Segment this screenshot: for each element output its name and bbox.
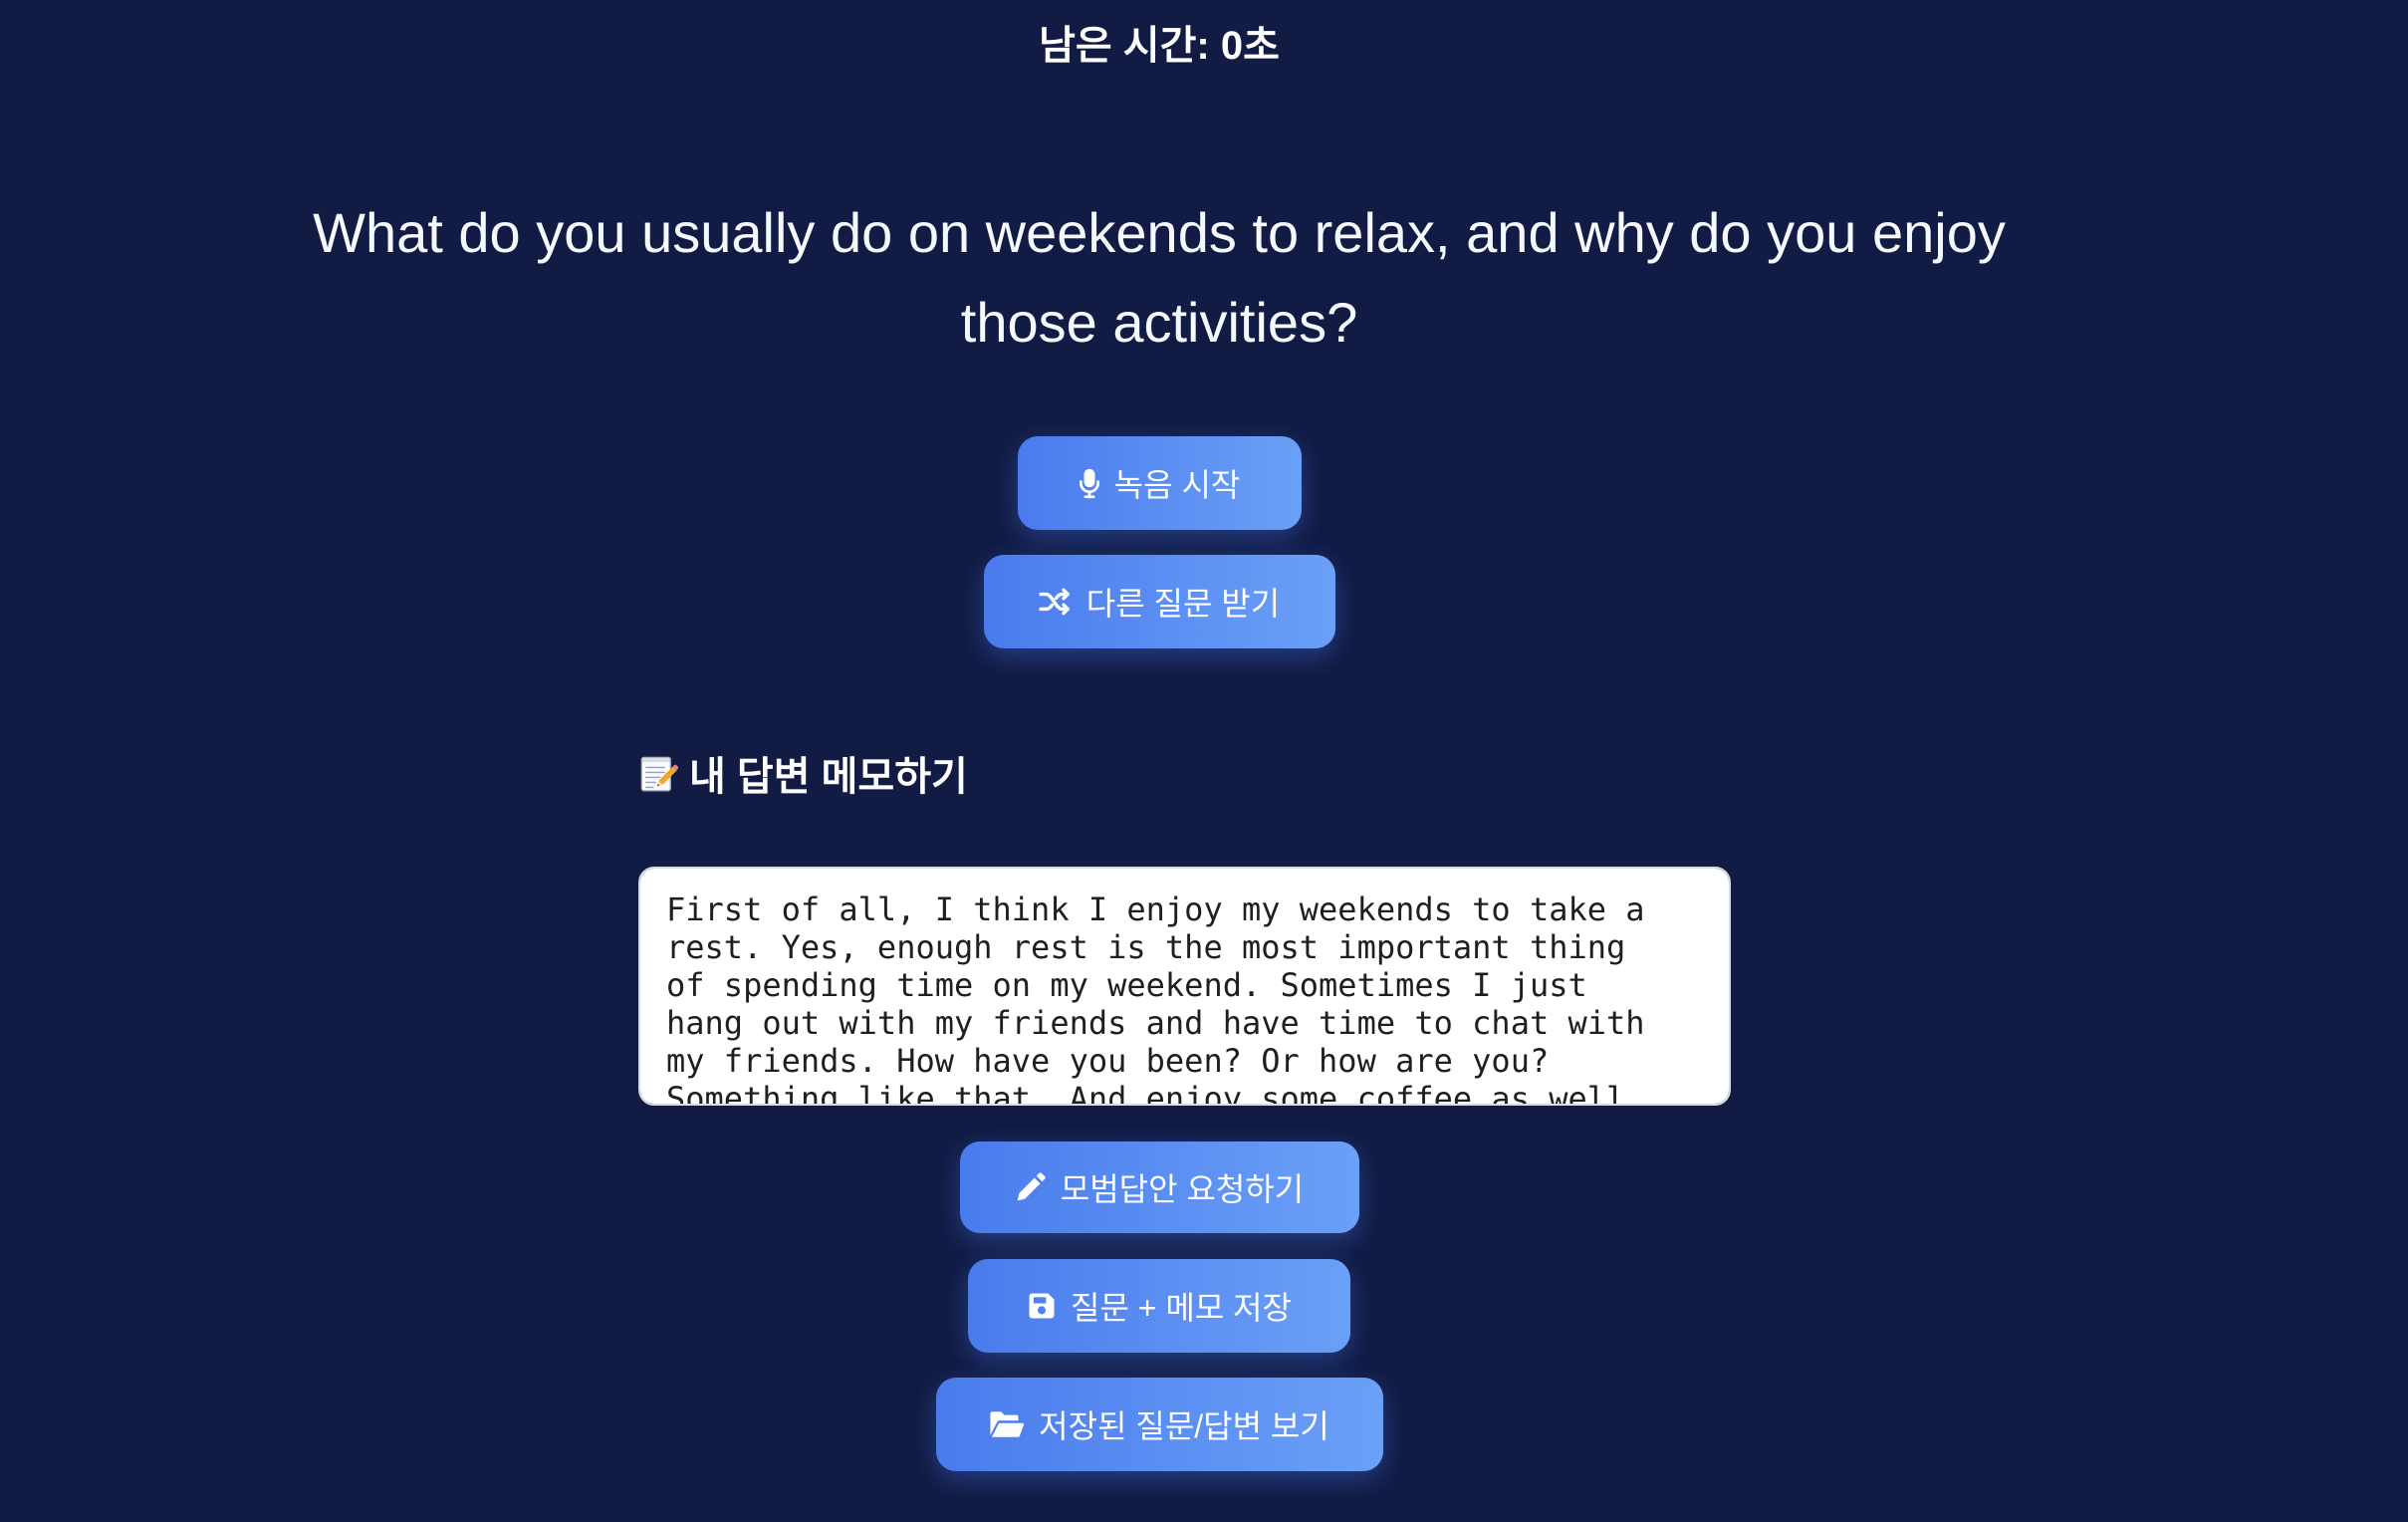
timer-text: 남은 시간: 0초 xyxy=(1039,24,1280,68)
saved-list-button-label: 저장된 질문/답변 보기 xyxy=(1039,1408,1329,1444)
save-icon xyxy=(1027,1291,1057,1321)
model-answer-button[interactable]: 모범답안 요청하기 xyxy=(959,1142,1359,1233)
memo-heading: 내 답변 메모하기 xyxy=(638,749,1680,799)
save-button[interactable]: 질문 + 메모 저장 xyxy=(968,1259,1350,1353)
saved-list-button[interactable]: 저장된 질문/답변 보기 xyxy=(935,1378,1383,1471)
new-question-button-label: 다른 질문 받기 xyxy=(1085,586,1281,622)
folder-open-icon xyxy=(989,1410,1025,1438)
new-question-button[interactable]: 다른 질문 받기 xyxy=(983,555,1335,648)
memo-heading-label: 내 답변 메모하기 xyxy=(689,755,968,799)
practice-page: 남은 시간: 0초 What do you usually do on week… xyxy=(0,0,2318,1471)
pencil-icon xyxy=(1015,1171,1047,1203)
memo-textarea[interactable]: First of all, I think I enjoy my weekend… xyxy=(638,867,1731,1106)
memo-icon xyxy=(638,753,678,793)
record-button-label: 녹음 시작 xyxy=(1113,467,1241,503)
question-text: What do you usually do on weekends to re… xyxy=(313,201,2006,354)
record-button[interactable]: 녹음 시작 xyxy=(1017,436,1302,530)
save-button-label: 질문 + 메모 저장 xyxy=(1071,1290,1292,1326)
shuffle-icon xyxy=(1039,587,1073,617)
microphone-icon xyxy=(1079,468,1100,499)
model-answer-button-label: 모범답안 요청하기 xyxy=(1060,1171,1305,1207)
memo-section: 내 답변 메모하기 First of all, I think I enjoy … xyxy=(638,749,1731,1106)
